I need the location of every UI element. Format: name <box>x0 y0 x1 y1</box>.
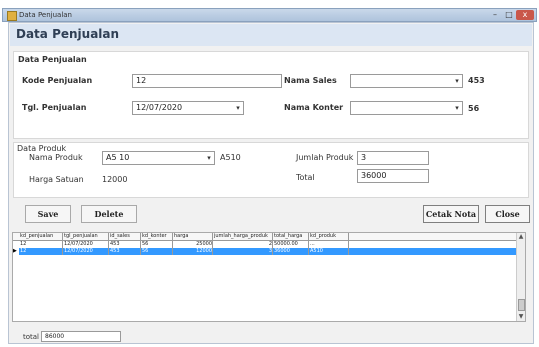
table-cell: 25000 <box>173 241 213 248</box>
scroll-thumb[interactable] <box>518 299 525 311</box>
produk-dropdown-icon[interactable]: ▾ <box>204 152 214 164</box>
table-cell: 50000.00 <box>273 241 309 248</box>
nama-produk-select[interactable]: A5 10 ▾ <box>102 151 215 165</box>
table-cell: 36000 <box>273 248 309 255</box>
total-label: Total <box>296 173 315 182</box>
tgl-penjualan-picker[interactable]: 12/07/2020 ▾ <box>132 101 244 115</box>
table-row[interactable]: 12 12/07/2020 453 56 25000 2 50000.00 ..… <box>13 241 525 248</box>
window-title: Data Penjualan <box>19 11 72 19</box>
close-button[interactable]: Close <box>485 205 530 223</box>
table-cell: 453 <box>109 248 141 255</box>
produk-section-label: Data Produk <box>17 144 67 153</box>
penjualan-group: Data Penjualan Kode Penjualan 12 Tgl. Pe… <box>13 51 529 139</box>
scroll-down-icon[interactable]: ▼ <box>517 313 525 321</box>
column-header[interactable]: harga <box>173 233 213 240</box>
table-cell: 12/07/2020 <box>63 241 109 248</box>
tgl-penjualan-value: 12/07/2020 <box>136 103 183 112</box>
column-header[interactable]: jumlah_harga_produk <box>213 233 273 240</box>
cetak-nota-button[interactable]: Cetak Nota <box>423 205 479 223</box>
table-cell: 2 <box>213 241 273 248</box>
penjualan-table[interactable]: kd_penjualan tgl_penjualan id_sales kd_k… <box>12 232 526 322</box>
table-header-row: kd_penjualan tgl_penjualan id_sales kd_k… <box>13 233 525 241</box>
window-close-button[interactable]: x <box>516 10 534 20</box>
produk-id-text: A510 <box>220 153 241 162</box>
table-cell: 3 <box>213 248 273 255</box>
top-strip <box>0 0 539 8</box>
nama-sales-label: Nama Sales <box>284 76 337 85</box>
delete-button[interactable]: Delete <box>81 205 137 223</box>
sales-id-text: 453 <box>468 76 485 85</box>
table-cell: 12000 <box>173 248 213 255</box>
nama-produk-label: Nama Produk <box>29 153 83 162</box>
penjualan-section-label: Data Penjualan <box>18 55 87 64</box>
table-cell: 12/07/2020 <box>63 248 109 255</box>
save-button[interactable]: Save <box>25 205 71 223</box>
footer-total-input[interactable]: 86000 <box>41 331 121 342</box>
scroll-up-icon[interactable]: ▲ <box>517 233 525 241</box>
table-cell: 12 <box>19 248 63 255</box>
column-header[interactable]: kd_konter <box>141 233 173 240</box>
nama-produk-value: A5 10 <box>106 153 130 162</box>
harga-satuan-label: Harga Satuan <box>29 175 84 184</box>
table-cell: 12 <box>19 241 63 248</box>
table-vertical-scrollbar[interactable]: ▲ ▼ <box>516 233 525 321</box>
window-titlebar: Data Penjualan – □ x <box>2 8 537 22</box>
total-input[interactable]: 36000 <box>357 169 429 183</box>
sales-dropdown-icon[interactable]: ▾ <box>452 75 462 87</box>
harga-satuan-value: 12000 <box>102 175 128 184</box>
tgl-penjualan-label: Tgl. Penjualan <box>22 103 87 112</box>
column-header[interactable]: kd_penjualan <box>19 233 63 240</box>
kode-penjualan-label: Kode Penjualan <box>22 76 93 85</box>
app-icon <box>7 11 17 21</box>
kode-penjualan-input[interactable]: 12 <box>132 74 282 88</box>
column-header[interactable]: kd_produk <box>309 233 349 240</box>
column-header[interactable]: id_sales <box>109 233 141 240</box>
konter-id-text: 56 <box>468 104 480 113</box>
nama-konter-label: Nama Konter <box>284 103 344 112</box>
table-cell: 453 <box>109 241 141 248</box>
table-cell: 56 <box>141 241 173 248</box>
konter-dropdown-icon[interactable]: ▾ <box>452 102 462 114</box>
maximize-button[interactable]: □ <box>502 10 516 20</box>
form-header: Data Penjualan <box>10 24 532 46</box>
nama-sales-select[interactable]: ▾ <box>350 74 463 88</box>
table-cell: A510 <box>309 248 349 255</box>
form-header-title: Data Penjualan <box>16 27 120 41</box>
jumlah-produk-input[interactable]: 3 <box>357 151 429 165</box>
column-header[interactable]: tgl_penjualan <box>63 233 109 240</box>
footer-total-label: total <box>23 333 40 341</box>
nama-konter-select[interactable]: ▾ <box>350 101 463 115</box>
table-row-selected[interactable]: ▶ 12 12/07/2020 453 56 12000 3 36000 A51… <box>13 248 525 255</box>
minimize-button[interactable]: – <box>488 10 502 20</box>
calendar-dropdown-icon[interactable]: ▾ <box>233 102 243 114</box>
column-header[interactable]: total_harga <box>273 233 309 240</box>
table-cell: ... <box>309 241 349 248</box>
jumlah-produk-label: Jumlah Produk <box>296 153 354 162</box>
produk-group: Data Produk Nama Produk A5 10 ▾ A510 Har… <box>13 142 529 198</box>
table-cell: 56 <box>141 248 173 255</box>
